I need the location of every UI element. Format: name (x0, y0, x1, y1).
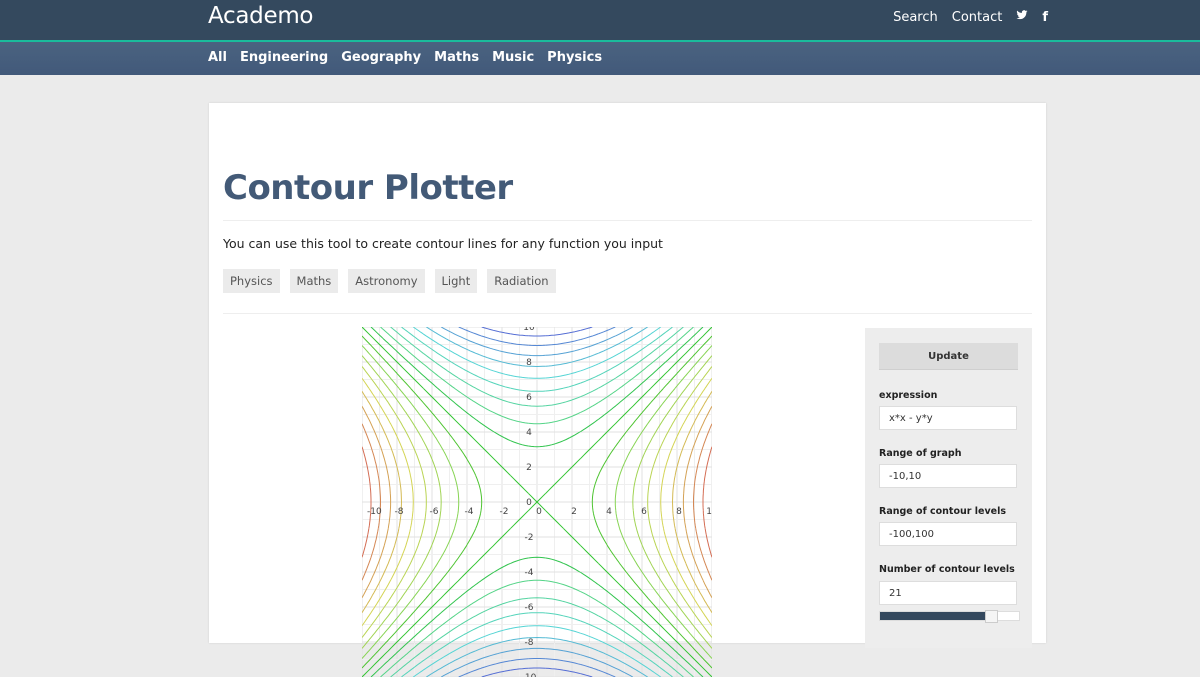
tag-radiation[interactable]: Radiation (487, 269, 556, 293)
category-physics[interactable]: Physics (547, 50, 602, 65)
x-tick-label: 8 (676, 507, 682, 517)
x-tick-label: -10 (367, 507, 382, 517)
levels-count-input[interactable] (879, 581, 1017, 605)
tag-maths[interactable]: Maths (289, 269, 339, 293)
category-maths[interactable]: Maths (434, 50, 479, 65)
divider (223, 313, 1032, 314)
divider (223, 220, 1032, 221)
x-tick-label: 0 (536, 507, 542, 517)
y-tick-label: 8 (526, 358, 532, 368)
contour-plot: -10 -8 -6 -4 -2 0 2 4 6 8 10 10 8 6 4 2 0 -2 -4 -6 -8 -10 (362, 327, 712, 677)
x-tick-label: 4 (606, 507, 612, 517)
expression-input[interactable] (879, 406, 1017, 430)
x-tick-label: -6 (430, 507, 439, 517)
top-links: Search Contact f (893, 9, 1048, 25)
x-tick-label: -8 (395, 507, 404, 517)
top-navbar: Academo Search Contact f (0, 0, 1200, 42)
category-geography[interactable]: Geography (341, 50, 421, 65)
levels-range-input[interactable] (879, 522, 1017, 546)
category-music[interactable]: Music (492, 50, 534, 65)
x-tick-label: -4 (465, 507, 474, 517)
y-tick-label: 4 (526, 428, 532, 438)
tag-list: Physics Maths Astronomy Light Radiation (223, 269, 556, 293)
x-tick-labels: -10 -8 -6 -4 -2 0 2 4 6 8 10 (367, 507, 712, 517)
y-tick-label: 0 (526, 498, 532, 508)
category-bar: All Engineering Geography Maths Music Ph… (0, 42, 1200, 75)
x-tick-label: 6 (641, 507, 647, 517)
y-tick-label: 2 (526, 463, 532, 473)
y-tick-label: -8 (525, 638, 534, 648)
y-tick-label: -10 (522, 673, 537, 677)
facebook-icon[interactable]: f (1042, 10, 1048, 25)
slider-fill (880, 612, 992, 620)
x-tick-label: 10 (706, 507, 712, 517)
controls-panel: Update expression Range of graph Range o… (865, 328, 1032, 648)
tag-astronomy[interactable]: Astronomy (348, 269, 425, 293)
levels-count-slider[interactable] (879, 610, 1020, 623)
category-engineering[interactable]: Engineering (240, 50, 328, 65)
y-tick-label: 10 (523, 327, 535, 333)
levels-range-label: Range of contour levels (879, 506, 1006, 517)
expression-label: expression (879, 390, 938, 401)
range-input[interactable] (879, 464, 1017, 488)
category-all[interactable]: All (208, 50, 227, 65)
y-tick-label: -4 (525, 568, 534, 578)
update-button[interactable]: Update (879, 343, 1018, 370)
x-tick-label: -2 (500, 507, 509, 517)
range-label: Range of graph (879, 448, 962, 459)
page-title: Contour Plotter (223, 168, 513, 208)
tag-physics[interactable]: Physics (223, 269, 280, 293)
contact-link[interactable]: Contact (952, 10, 1003, 25)
y-tick-label: 6 (526, 393, 532, 403)
page-description: You can use this tool to create contour … (223, 236, 663, 251)
y-tick-label: -2 (525, 533, 534, 543)
levels-count-label: Number of contour levels (879, 564, 1015, 575)
brand-logo[interactable]: Academo (208, 3, 314, 29)
twitter-icon[interactable] (1016, 9, 1028, 25)
slider-thumb[interactable] (985, 610, 999, 623)
x-tick-label: 2 (571, 507, 577, 517)
y-tick-label: -6 (525, 603, 534, 613)
search-link[interactable]: Search (893, 10, 938, 25)
content-card: Contour Plotter You can use this tool to… (209, 103, 1046, 677)
tag-light[interactable]: Light (434, 269, 478, 293)
